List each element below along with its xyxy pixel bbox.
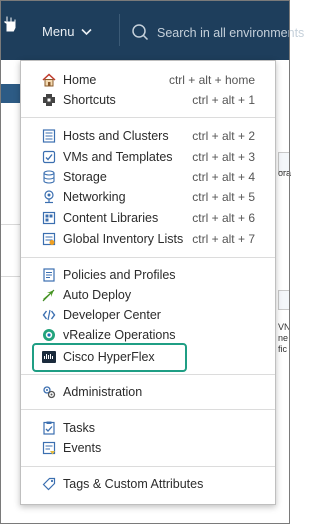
policies-icon xyxy=(43,268,55,282)
menu-item-tags-attributes[interactable]: Tags & Custom Attributes xyxy=(21,474,275,494)
menu-divider xyxy=(21,409,275,410)
search-icon[interactable] xyxy=(131,23,149,41)
hosts-clusters-icon xyxy=(42,129,56,143)
menu-item-shortcut: ctrl + alt + 6 xyxy=(192,211,255,225)
menu-item-label: Tasks xyxy=(63,421,95,435)
menu-item-label: Home xyxy=(63,73,97,87)
header-divider xyxy=(119,14,120,46)
content-libraries-icon xyxy=(42,211,56,225)
code-brackets-icon xyxy=(42,309,56,321)
menu-item-shortcut: ctrl + alt + 1 xyxy=(192,93,255,107)
global-inventory-icon xyxy=(42,232,56,246)
menu-item-policies-profiles[interactable]: Policies and Profiles xyxy=(21,265,275,285)
menu-divider xyxy=(21,374,275,375)
events-icon xyxy=(42,441,56,455)
background-selected-row xyxy=(0,84,22,103)
background-left-panel xyxy=(0,60,20,524)
menu-item-storage[interactable]: Storage ctrl + alt + 4 xyxy=(21,167,275,187)
menu-item-shortcuts[interactable]: Shortcuts ctrl + alt + 1 xyxy=(21,90,275,110)
menu-item-label: Auto Deploy xyxy=(63,288,132,302)
menu-item-shortcut: ctrl + alt + 7 xyxy=(192,232,255,246)
menu-item-label: Networking xyxy=(63,190,126,204)
menu-item-administration[interactable]: Administration xyxy=(21,382,275,402)
menu-item-tasks[interactable]: Tasks xyxy=(21,418,275,438)
menu-item-events[interactable]: Events xyxy=(21,438,275,458)
menu-item-label: vRealize Operations xyxy=(63,328,176,342)
menu-item-home[interactable]: Home ctrl + alt + home xyxy=(21,70,275,90)
top-header-bar: Menu Search in all environments xyxy=(0,0,304,60)
administration-icon xyxy=(43,386,56,399)
menu-item-shortcut: ctrl + alt + 2 xyxy=(192,129,255,143)
storage-icon xyxy=(43,170,55,184)
menu-item-content-libraries[interactable]: Content Libraries ctrl + alt + 6 xyxy=(21,208,275,228)
menu-item-label: Tags & Custom Attributes xyxy=(63,477,204,491)
menu-item-global-inventory[interactable]: Global Inventory Lists ctrl + alt + 7 xyxy=(21,229,275,249)
search-input[interactable]: Search in all environments xyxy=(157,26,304,40)
tag-icon xyxy=(42,477,56,491)
main-menu-dropdown: Home ctrl + alt + home Shortcuts ctrl + … xyxy=(20,60,276,505)
tasks-icon xyxy=(43,421,55,435)
menu-item-auto-deploy[interactable]: Auto Deploy xyxy=(21,285,275,305)
background-text: ora xyxy=(278,168,292,178)
menu-item-label: Shortcuts xyxy=(63,93,116,107)
menu-item-label: Global Inventory Lists xyxy=(63,232,184,246)
menu-item-label: Policies and Profiles xyxy=(63,268,176,282)
menu-button-label: Menu xyxy=(42,24,75,39)
menu-item-shortcut: ctrl + alt + 3 xyxy=(192,150,255,164)
home-icon xyxy=(42,73,56,87)
vms-templates-icon xyxy=(42,150,56,164)
menu-item-shortcut: ctrl + alt + 4 xyxy=(192,170,255,184)
menu-item-label: Developer Center xyxy=(63,308,161,322)
menu-item-label: VMs and Templates xyxy=(63,150,173,164)
background-text: fic xyxy=(278,344,287,354)
cisco-hyperflex-icon xyxy=(42,351,56,363)
menu-divider xyxy=(21,117,275,118)
menu-button[interactable]: Menu xyxy=(42,24,92,39)
background-tile xyxy=(278,290,290,310)
menu-item-label: Hosts and Clusters xyxy=(63,129,169,143)
menu-item-networking[interactable]: Networking ctrl + alt + 5 xyxy=(21,187,275,207)
chevron-down-icon xyxy=(80,28,92,35)
menu-item-label: Events xyxy=(63,441,102,455)
menu-item-developer-center[interactable]: Developer Center xyxy=(21,305,275,325)
menu-divider xyxy=(21,257,275,258)
vrealize-icon xyxy=(43,329,55,341)
background-divider xyxy=(0,224,20,225)
shortcuts-icon xyxy=(43,94,55,106)
menu-item-label: Storage xyxy=(63,170,107,184)
menu-item-cisco-hyperflex[interactable]: Cisco HyperFlex xyxy=(21,347,275,367)
background-divider xyxy=(0,276,20,277)
hand-cursor-icon xyxy=(3,15,17,33)
background-text: VN xyxy=(278,322,291,332)
menu-item-hosts-clusters[interactable]: Hosts and Clusters ctrl + alt + 2 xyxy=(21,126,275,146)
menu-item-shortcut: ctrl + alt + 5 xyxy=(192,190,255,204)
menu-item-vms-templates[interactable]: VMs and Templates ctrl + alt + 3 xyxy=(21,147,275,167)
menu-divider xyxy=(21,466,275,467)
background-text: ne xyxy=(278,333,289,343)
menu-item-label: Cisco HyperFlex xyxy=(63,350,155,364)
menu-item-vrealize-operations[interactable]: vRealize Operations xyxy=(21,325,275,345)
menu-item-shortcut: ctrl + alt + home xyxy=(168,73,255,87)
menu-item-label: Administration xyxy=(63,385,143,399)
networking-icon xyxy=(44,190,54,204)
auto-deploy-icon xyxy=(42,289,55,302)
menu-item-label: Content Libraries xyxy=(63,211,159,225)
background-right-panel: ora VN ne fic xyxy=(276,60,292,524)
